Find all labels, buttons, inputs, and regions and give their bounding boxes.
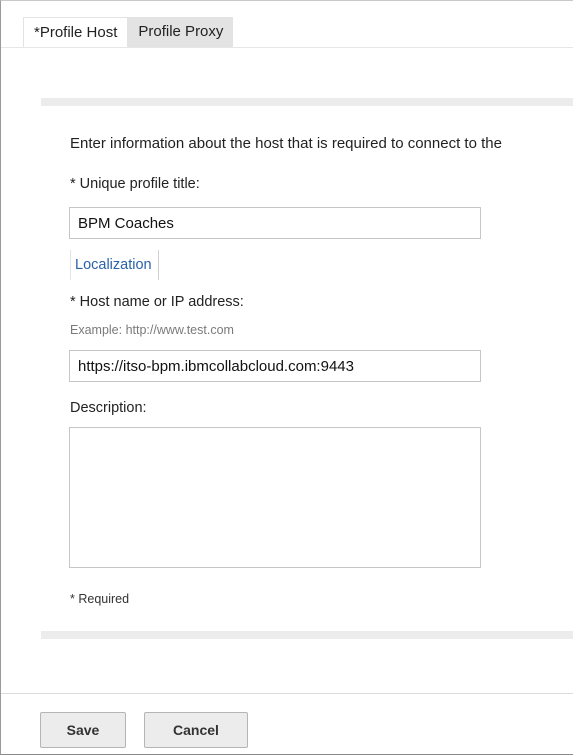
tab-profile-proxy[interactable]: Profile Proxy (128, 17, 234, 47)
localization-link[interactable]: Localization (70, 250, 159, 280)
profile-title-label: * Unique profile title: (70, 176, 200, 192)
section-divider-bottom (41, 631, 573, 639)
description-label: Description: (70, 400, 147, 416)
tab-profile-host[interactable]: *Profile Host (23, 17, 129, 47)
host-name-label: * Host name or IP address: (70, 294, 244, 310)
footer-divider (1, 693, 573, 694)
tab-divider (1, 47, 573, 48)
intro-text: Enter information about the host that is… (70, 135, 502, 152)
profile-dialog: *Profile Host Profile Proxy Enter inform… (0, 0, 573, 755)
description-textarea[interactable] (69, 427, 481, 568)
save-button[interactable]: Save (40, 712, 126, 748)
section-divider-top (41, 98, 573, 106)
required-note: * Required (70, 592, 130, 606)
host-name-input[interactable] (69, 350, 481, 382)
profile-title-input[interactable] (69, 207, 481, 239)
tab-bar: *Profile Host Profile Proxy (23, 17, 234, 47)
host-example-hint: Example: http://www.test.com (70, 323, 234, 337)
cancel-button[interactable]: Cancel (144, 712, 248, 748)
